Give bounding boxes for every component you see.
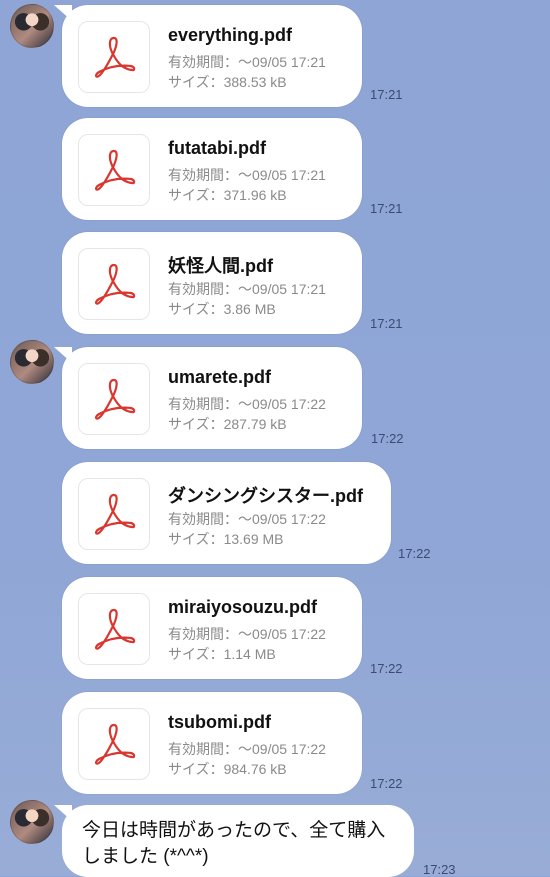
sender-avatar[interactable] [10,800,54,844]
file-message[interactable]: tsubomi.pdf 有効期間：〜09/05 17:22 サイズ：984.76… [62,692,362,794]
file-validity: 有効期間：〜09/05 17:22 [168,396,326,412]
file-name: umarete.pdf [168,367,272,387]
pdf-file-icon[interactable] [78,21,150,93]
message-time: 17:22 [370,776,403,791]
file-size: サイズ：984.76 kB [168,761,287,777]
file-validity: 有効期間：〜09/05 17:21 [168,54,326,70]
message-time: 17:22 [398,546,431,561]
pdf-file-icon[interactable] [78,248,150,320]
message-text: 今日は時間があったので、全て購入しました (*^^*) [82,820,386,867]
message-time: 17:22 [371,431,404,446]
message-time: 17:21 [370,201,403,216]
pdf-file-icon[interactable] [78,363,150,435]
file-size: サイズ：1.14 MB [168,646,276,662]
file-message[interactable]: ダンシングシスター.pdf 有効期間：〜09/05 17:22 サイズ：13.6… [62,462,391,564]
file-name: tsubomi.pdf [168,712,271,732]
file-size: サイズ：13.69 MB [168,531,284,547]
file-size: サイズ：287.79 kB [168,416,287,432]
file-message[interactable]: miraiyosouzu.pdf 有効期間：〜09/05 17:22 サイズ：1… [62,577,362,679]
file-size: サイズ：3.86 MB [168,301,276,317]
message-time: 17:22 [370,661,403,676]
message-time: 17:21 [370,87,403,102]
bubble-tail [54,5,72,21]
message-time: 17:23 [423,862,456,877]
sender-avatar[interactable] [10,340,54,384]
pdf-file-icon[interactable] [78,593,150,665]
bubble-tail [54,347,72,363]
file-validity: 有効期間：〜09/05 17:21 [168,167,326,183]
file-validity: 有効期間：〜09/05 17:22 [168,741,326,757]
pdf-file-icon[interactable] [78,134,150,206]
file-size: サイズ：371.96 kB [168,187,287,203]
file-name: miraiyosouzu.pdf [168,597,318,617]
file-name: futatabi.pdf [168,138,266,158]
file-message[interactable]: everything.pdf 有効期間：〜09/05 17:21 サイズ：388… [54,5,362,107]
file-size: サイズ：388.53 kB [168,74,287,90]
file-validity: 有効期間：〜09/05 17:22 [168,511,326,527]
file-validity: 有効期間：〜09/05 17:21 [168,281,326,297]
file-name: 妖怪人間.pdf [168,256,273,276]
file-message[interactable]: futatabi.pdf 有効期間：〜09/05 17:21 サイズ：371.9… [62,118,362,220]
file-validity: 有効期間：〜09/05 17:22 [168,626,326,642]
pdf-file-icon[interactable] [78,708,150,780]
text-message[interactable]: 今日は時間があったので、全て購入しました (*^^*) [54,805,414,877]
sender-avatar[interactable] [10,4,54,48]
bubble-tail [54,805,72,821]
pdf-file-icon[interactable] [78,478,150,550]
file-name: ダンシングシスター.pdf [168,486,363,506]
file-message[interactable]: umarete.pdf 有効期間：〜09/05 17:22 サイズ：287.79… [54,347,362,449]
message-time: 17:21 [370,316,403,331]
file-name: everything.pdf [168,25,293,45]
file-message[interactable]: 妖怪人間.pdf 有効期間：〜09/05 17:21 サイズ：3.86 MB [62,232,362,334]
